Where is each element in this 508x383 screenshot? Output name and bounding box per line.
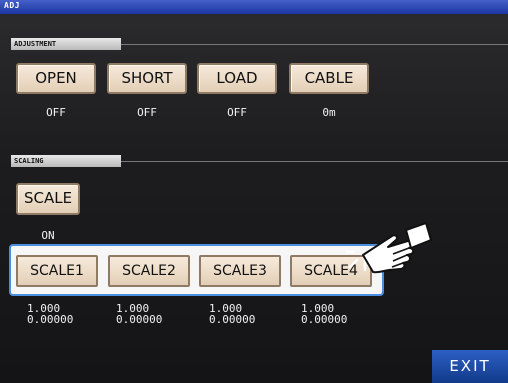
short-status: OFF <box>137 106 157 119</box>
scale1-value-b: 0.00000 <box>27 313 74 326</box>
load-status: OFF <box>227 106 247 119</box>
scale3-button[interactable]: SCALE3 <box>199 255 281 287</box>
adjustment-section-label: ADJUSTMENT <box>11 38 121 50</box>
open-status: OFF <box>46 106 66 119</box>
scale1-button[interactable]: SCALE1 <box>16 255 98 287</box>
window-title: ADJ <box>4 1 20 10</box>
scale4-value-b: 0.00000 <box>301 313 348 326</box>
hand-pointer-icon <box>345 222 432 274</box>
scale-button[interactable]: SCALE <box>16 183 80 215</box>
scale3-value-b: 0.00000 <box>209 313 256 326</box>
scale-status: ON <box>41 229 55 242</box>
exit-button[interactable]: EXIT <box>432 350 508 383</box>
scale2-value-b: 0.00000 <box>116 313 163 326</box>
scaling-section-label: SCALING <box>11 155 121 167</box>
cable-status: 0m <box>322 106 336 119</box>
scale2-button[interactable]: SCALE2 <box>108 255 190 287</box>
short-button[interactable]: SHORT <box>107 63 187 94</box>
scale1-values: 1.000 0.00000 <box>27 303 107 325</box>
scale3-values: 1.000 0.00000 <box>209 303 289 325</box>
adj-screen: ADJ ADJUSTMENT OPEN SHORT LOAD CABLE OFF… <box>0 0 508 383</box>
scaling-divider <box>121 161 508 162</box>
load-button[interactable]: LOAD <box>197 63 277 94</box>
scale2-values: 1.000 0.00000 <box>116 303 196 325</box>
adjustment-divider <box>121 44 508 45</box>
open-button[interactable]: OPEN <box>16 63 96 94</box>
title-bar: ADJ <box>0 0 508 14</box>
cable-button[interactable]: CABLE <box>289 63 369 94</box>
scale4-values: 1.000 0.00000 <box>301 303 381 325</box>
